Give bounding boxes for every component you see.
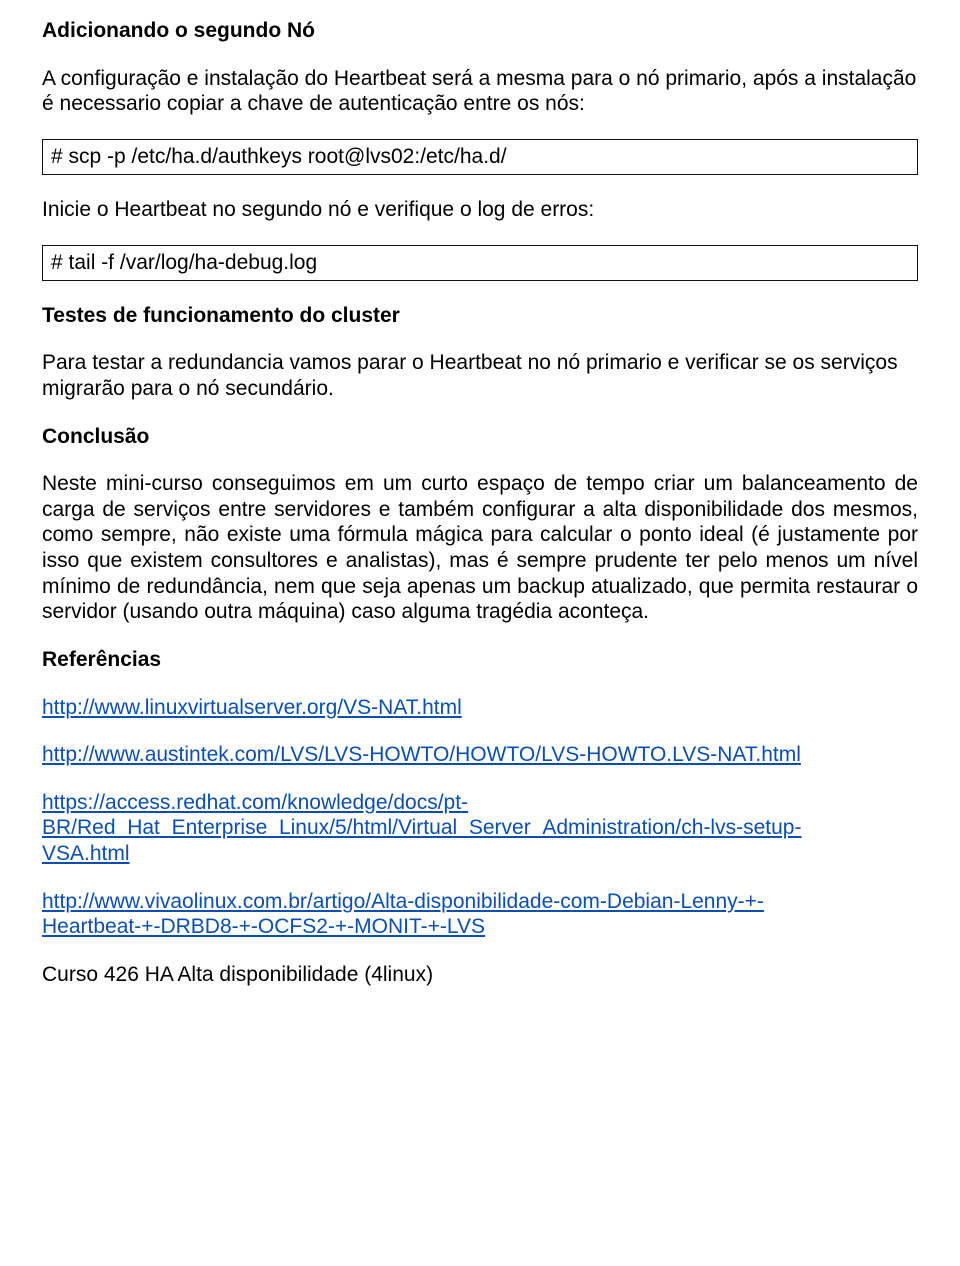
- reference-link-3a[interactable]: https://access.redhat.com/knowledge/docs…: [42, 791, 468, 814]
- reference-link-4b[interactable]: Heartbeat-+-DRBD8-+-OCFS2-+-MONIT-+-LVS: [42, 915, 485, 938]
- paragraph-testes: Para testar a redundancia vamos parar o …: [42, 350, 918, 401]
- paragraph-intro: A configuração e instalação do Heartbeat…: [42, 66, 918, 117]
- reference-link-2[interactable]: http://www.austintek.com/LVS/LVS-HOWTO/H…: [42, 743, 801, 766]
- heading-referencias: Referências: [42, 647, 918, 673]
- heading-testes: Testes de funcionamento do cluster: [42, 303, 918, 329]
- document-page: Adicionando o segundo Nó A configuração …: [0, 0, 960, 1266]
- reference-link-1[interactable]: http://www.linuxvirtualserver.org/VS-NAT…: [42, 696, 462, 719]
- code-scp: # scp -p /etc/ha.d/authkeys root@lvs02:/…: [42, 139, 918, 175]
- reference-1: http://www.linuxvirtualserver.org/VS-NAT…: [42, 695, 918, 721]
- reference-link-4a[interactable]: http://www.vivaolinux.com.br/artigo/Alta…: [42, 890, 764, 913]
- reference-3: https://access.redhat.com/knowledge/docs…: [42, 790, 918, 867]
- paragraph-conclusao: Neste mini-curso conseguimos em um curto…: [42, 471, 918, 625]
- reference-link-3c[interactable]: VSA.html: [42, 842, 130, 865]
- paragraph-inicie: Inicie o Heartbeat no segundo nó e verif…: [42, 197, 918, 223]
- heading-adicionando: Adicionando o segundo Nó: [42, 18, 918, 44]
- course-footer: Curso 426 HA Alta disponibilidade (4linu…: [42, 962, 918, 988]
- reference-4: http://www.vivaolinux.com.br/artigo/Alta…: [42, 889, 918, 940]
- reference-2: http://www.austintek.com/LVS/LVS-HOWTO/H…: [42, 742, 918, 768]
- reference-link-3b[interactable]: BR/Red_Hat_Enterprise_Linux/5/html/Virtu…: [42, 816, 801, 839]
- code-tail: # tail -f /var/log/ha-debug.log: [42, 245, 918, 281]
- heading-conclusao: Conclusão: [42, 424, 918, 450]
